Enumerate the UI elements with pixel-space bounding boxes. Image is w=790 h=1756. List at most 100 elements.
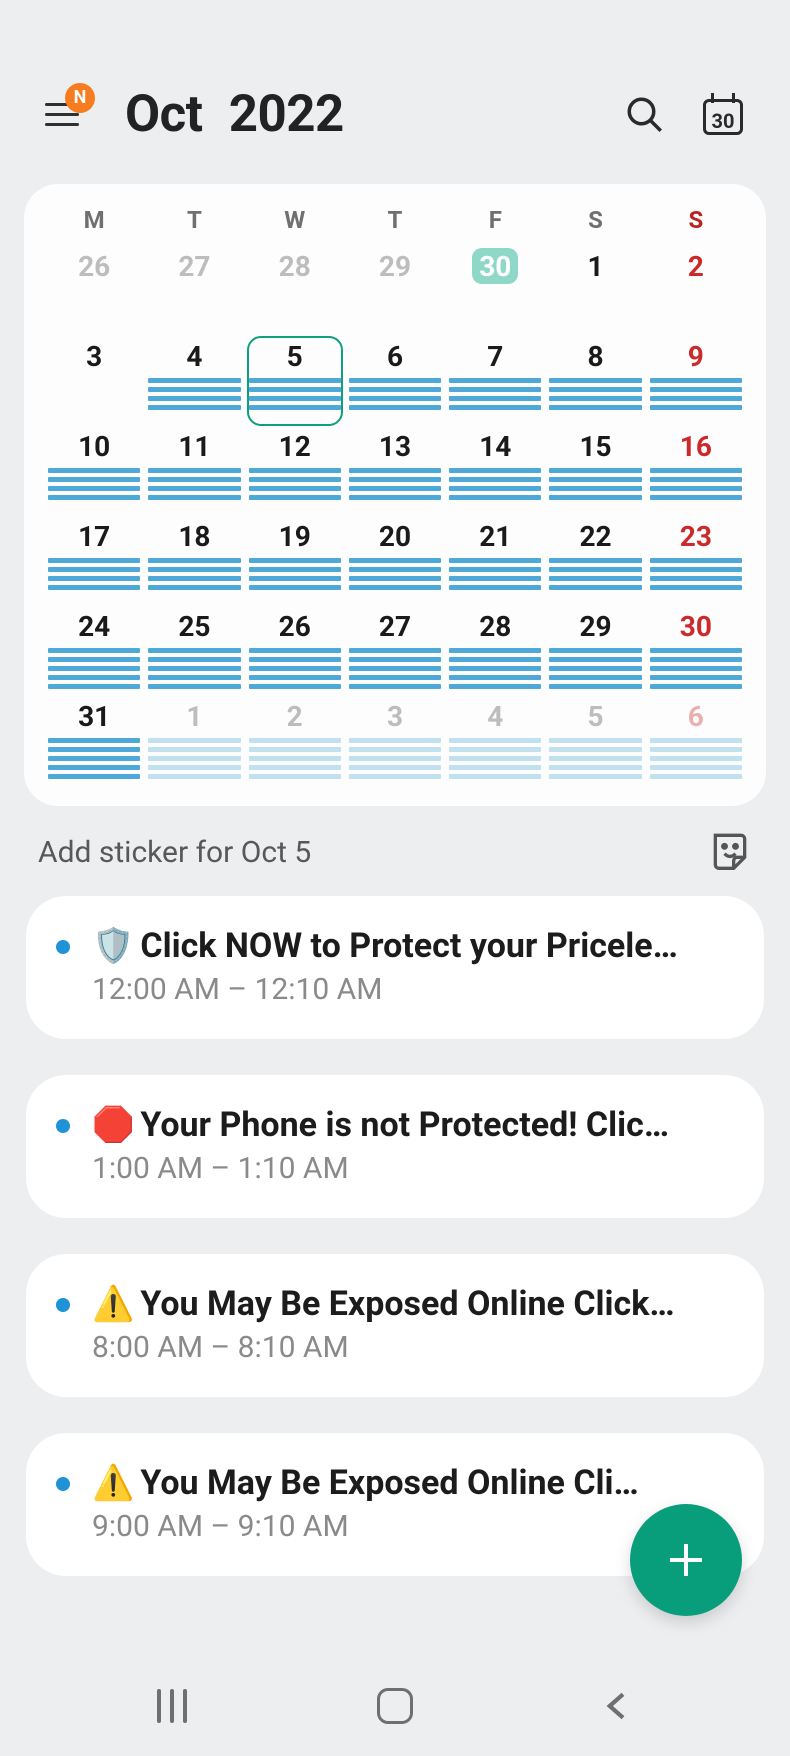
day-cell[interactable]: 28 [245,248,345,338]
day-cell[interactable]: 1 [545,248,645,338]
menu-button-wrap: N [45,97,81,133]
system-nav-bar [0,1656,790,1756]
day-cell[interactable]: 25 [144,608,244,698]
event-density-bars [148,558,240,590]
nav-home-button[interactable] [365,1676,425,1736]
day-cell[interactable]: 3 [44,338,144,428]
day-cell[interactable]: 13 [345,428,445,518]
event-title: ⚠️You May Be Exposed Online Click… [92,1284,734,1324]
event-density-bars [249,468,341,500]
day-number: 4 [445,700,545,734]
event-density-bars [650,558,742,590]
day-cell[interactable]: 21 [445,518,545,608]
day-cell[interactable]: 30 [646,608,746,698]
day-cell[interactable]: 7 [445,338,545,428]
day-number: 31 [44,700,144,734]
add-sticker-row[interactable]: Add sticker for Oct 5 [38,828,752,876]
day-number: 6 [345,340,445,374]
day-cell[interactable]: 19 [245,518,345,608]
day-cell[interactable]: 18 [144,518,244,608]
day-number: 17 [44,520,144,554]
day-cell[interactable]: 4 [445,698,545,788]
day-cell[interactable]: 22 [545,518,645,608]
day-cell[interactable]: 2 [646,248,746,338]
day-cell[interactable]: 8 [545,338,645,428]
calendar-week-row: 31123456 [44,698,746,788]
event-density-bars [449,378,541,410]
day-number: 29 [345,250,445,284]
day-cell[interactable]: 16 [646,428,746,518]
day-number: 5 [245,340,345,374]
day-cell[interactable]: 6 [345,338,445,428]
day-number: 1 [545,250,645,284]
day-number: 18 [144,520,244,554]
day-cell[interactable]: 9 [646,338,746,428]
event-density-bars [549,468,641,500]
day-number: 23 [646,520,746,554]
day-cell[interactable]: 5 [245,338,345,428]
day-cell[interactable]: 28 [445,608,545,698]
event-card[interactable]: 🛡️Click NOW to Protect your Pricele…12:0… [26,896,764,1039]
search-icon[interactable] [623,93,667,137]
event-list: 🛡️Click NOW to Protect your Pricele…12:0… [26,896,764,1576]
day-cell[interactable]: 10 [44,428,144,518]
day-cell[interactable]: 29 [345,248,445,338]
event-density-bars [650,648,742,689]
day-number: 15 [545,430,645,464]
day-number: 29 [545,610,645,644]
event-density-bars [349,558,441,590]
month-label: Oct [125,85,203,144]
add-event-fab[interactable] [630,1504,742,1616]
day-cell[interactable]: 11 [144,428,244,518]
nav-recents-button[interactable] [142,1676,202,1736]
day-number: 30 [646,610,746,644]
day-cell[interactable]: 29 [545,608,645,698]
day-cell[interactable]: 3 [345,698,445,788]
month-year-title[interactable]: Oct 2022 [125,85,344,144]
day-cell[interactable]: 6 [646,698,746,788]
event-body: 🛑Your Phone is not Protected! Clic…1:00 … [92,1105,734,1186]
day-cell[interactable]: 15 [545,428,645,518]
day-number: 21 [445,520,545,554]
weekday-label: S [545,198,645,248]
day-number: 8 [545,340,645,374]
weekday-label: T [144,198,244,248]
event-density-bars [148,648,240,689]
day-number: 25 [144,610,244,644]
event-density-bars [349,378,441,410]
event-density-bars [48,558,140,590]
header-actions: 30 [623,93,745,137]
day-cell[interactable]: 20 [345,518,445,608]
event-density-bars [449,648,541,689]
event-emoji-icon: ⚠️ [92,1463,134,1503]
day-cell[interactable]: 5 [545,698,645,788]
day-cell[interactable]: 2 [245,698,345,788]
day-cell[interactable]: 4 [144,338,244,428]
day-number: 24 [44,610,144,644]
day-cell[interactable]: 24 [44,608,144,698]
event-density-bars [48,648,140,689]
day-cell[interactable]: 31 [44,698,144,788]
day-cell[interactable]: 27 [144,248,244,338]
day-cell[interactable]: 14 [445,428,545,518]
day-cell[interactable]: 26 [245,608,345,698]
day-cell[interactable]: 27 [345,608,445,698]
day-number: 28 [245,250,345,284]
day-cell[interactable]: 17 [44,518,144,608]
event-density-bars [449,468,541,500]
day-cell[interactable]: 12 [245,428,345,518]
nav-back-button[interactable] [588,1676,648,1736]
event-card[interactable]: 🛑Your Phone is not Protected! Clic…1:00 … [26,1075,764,1218]
event-density-bars [249,558,341,590]
go-to-today-icon[interactable]: 30 [701,93,745,137]
day-cell[interactable]: 30 [445,248,545,338]
today-icon-day: 30 [701,109,745,133]
day-number: 27 [144,250,244,284]
event-card[interactable]: ⚠️You May Be Exposed Online Click…8:00 A… [26,1254,764,1397]
day-cell[interactable]: 1 [144,698,244,788]
day-cell[interactable]: 23 [646,518,746,608]
calendar-week-row: 17181920212223 [44,518,746,608]
day-cell[interactable]: 26 [44,248,144,338]
day-number: 12 [245,430,345,464]
day-number: 9 [646,340,746,374]
